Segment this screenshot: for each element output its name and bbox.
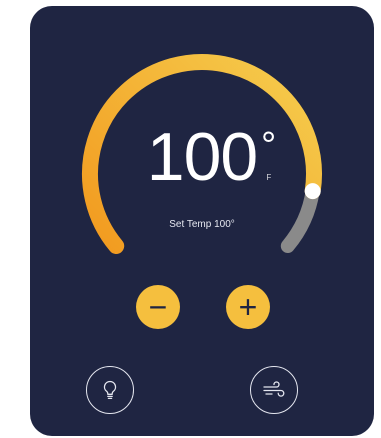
wind-icon (263, 381, 285, 397)
temperature-value: 100 (146, 119, 258, 195)
decrease-temperature-button[interactable]: − (136, 285, 180, 329)
degree-symbol: ° (261, 125, 276, 167)
current-temperature: 100 ° F (147, 123, 276, 191)
minus-icon: − (148, 289, 168, 325)
light-button[interactable] (86, 366, 134, 414)
temperature-readout: 100 ° F (30, 123, 374, 191)
increase-temperature-button[interactable]: + (226, 285, 270, 329)
thermostat-card: 100 ° F Set Temp 100° − + (30, 6, 374, 436)
fan-button[interactable] (250, 366, 298, 414)
lightbulb-icon (103, 380, 117, 400)
set-temperature-label: Set Temp 100° (169, 219, 235, 230)
plus-icon: + (238, 289, 258, 325)
temperature-unit: F (266, 173, 271, 182)
